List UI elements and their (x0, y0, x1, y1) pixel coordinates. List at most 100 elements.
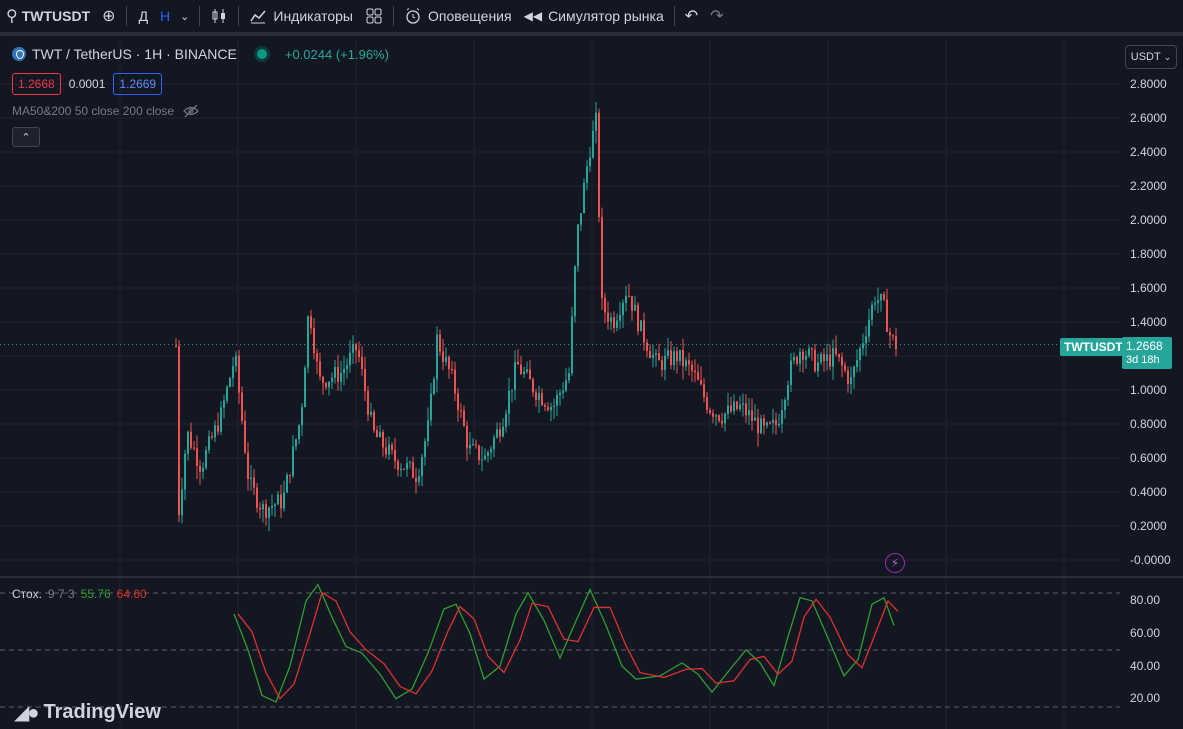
candle-body (814, 349, 816, 372)
candle-body (595, 112, 597, 131)
candle-body (856, 360, 858, 367)
candle-body (586, 166, 588, 183)
candle-body (826, 354, 828, 361)
candle-body (286, 474, 288, 493)
candle-body (619, 315, 621, 321)
stoch-axis-label: 80.00 (1130, 593, 1161, 607)
candle-body (325, 382, 327, 388)
sell-price-button[interactable]: 1.2668 (12, 73, 61, 95)
candle-body (313, 328, 315, 354)
candle-body (226, 386, 228, 401)
candle-body (316, 353, 318, 362)
symbol-price-tag: TWTUSDT (1060, 338, 1127, 356)
candle-body (628, 295, 630, 297)
candle-body (268, 507, 270, 518)
candle-body (808, 348, 810, 356)
candle-body (523, 371, 525, 375)
candle-body (640, 320, 642, 332)
stoch-axis-label: 60.00 (1130, 626, 1161, 640)
candle-body (787, 385, 789, 401)
candle-body (547, 406, 549, 411)
buy-price-button[interactable]: 1.2669 (113, 73, 163, 95)
candle-body (694, 370, 696, 373)
candle-body (784, 400, 786, 411)
candle-body (715, 415, 717, 417)
eye-hidden-icon[interactable] (182, 104, 200, 118)
candle-body (373, 411, 375, 431)
candle-body (721, 420, 723, 424)
candle-body (358, 350, 360, 358)
currency-label: USDT (1130, 51, 1161, 63)
ma-indicator-legend[interactable]: MA50&200 50 close 200 close (12, 104, 200, 118)
candle-body (736, 401, 738, 410)
candle-body (823, 354, 825, 361)
candle-body (790, 360, 792, 386)
twt-coin-icon (12, 47, 26, 61)
candle-body (307, 316, 309, 368)
candle-body (751, 410, 753, 421)
candle-body (805, 355, 807, 360)
candle-body (184, 453, 186, 490)
stoch-k-line (233, 583, 895, 703)
candle-body (295, 439, 297, 447)
candle-body (418, 476, 420, 482)
tradingview-logo[interactable]: ◢● TradingView (14, 700, 161, 725)
candle-body (292, 446, 294, 476)
candle-body (262, 504, 264, 510)
currency-selector[interactable]: USDT ⌄ (1125, 45, 1177, 69)
chart-title[interactable]: TWT / TetherUS · 1H · BINANCE (32, 46, 237, 62)
candle-body (622, 302, 624, 316)
market-open-indicator (256, 49, 267, 59)
candle-body (631, 296, 633, 311)
candle-body (484, 455, 486, 460)
candle-body (520, 364, 522, 375)
candle-body (457, 393, 459, 411)
chevron-down-icon: ⌄ (1163, 51, 1172, 62)
candle-body (244, 420, 246, 453)
candle-body (709, 409, 711, 413)
candle-body (745, 403, 747, 416)
candle-body (865, 336, 867, 344)
stoch-d-line (237, 591, 899, 700)
candle-body (895, 336, 897, 349)
candle-body (616, 320, 618, 328)
candle-body (421, 456, 423, 477)
candle-body (598, 112, 600, 218)
candle-body (337, 367, 339, 382)
candle-body (340, 373, 342, 382)
candle-body (880, 294, 882, 301)
candle-body (460, 410, 462, 412)
candle-body (760, 418, 762, 434)
candle-body (331, 377, 333, 382)
candle-body (673, 351, 675, 366)
candle-body (793, 356, 795, 361)
candle-body (361, 357, 363, 369)
candle-body (271, 506, 273, 508)
candle-body (442, 351, 444, 362)
candle-body (376, 430, 378, 438)
candle-body (844, 365, 846, 371)
candle-body (208, 436, 210, 451)
current-price: 1.2668 (1126, 339, 1163, 353)
candle-body (214, 425, 216, 438)
candle-body (190, 431, 192, 448)
candle-body (655, 353, 657, 355)
candle-body (739, 404, 741, 410)
candle-body (802, 351, 804, 360)
pane-divider[interactable] (0, 576, 1183, 578)
candle-body (481, 459, 483, 461)
candle-body (532, 379, 534, 393)
price-axis-label: 1.0000 (1130, 383, 1167, 397)
price-axis-label: 1.6000 (1130, 281, 1167, 295)
stoch-legend[interactable]: Стох. 9 7 3 55.76 64.60 (12, 587, 147, 601)
candle-body (535, 392, 537, 400)
collapse-legend-button[interactable]: ⌃ (12, 127, 40, 147)
candle-body (223, 400, 225, 408)
candle-body (766, 422, 768, 426)
candle-body (451, 369, 453, 371)
candle-body (526, 369, 528, 372)
candle-body (667, 350, 669, 356)
ma-label: MA50&200 50 close 200 close (12, 104, 175, 118)
stoch-k-value: 55.76 (80, 587, 111, 601)
lightning-icon[interactable]: ⚡ (885, 553, 905, 573)
